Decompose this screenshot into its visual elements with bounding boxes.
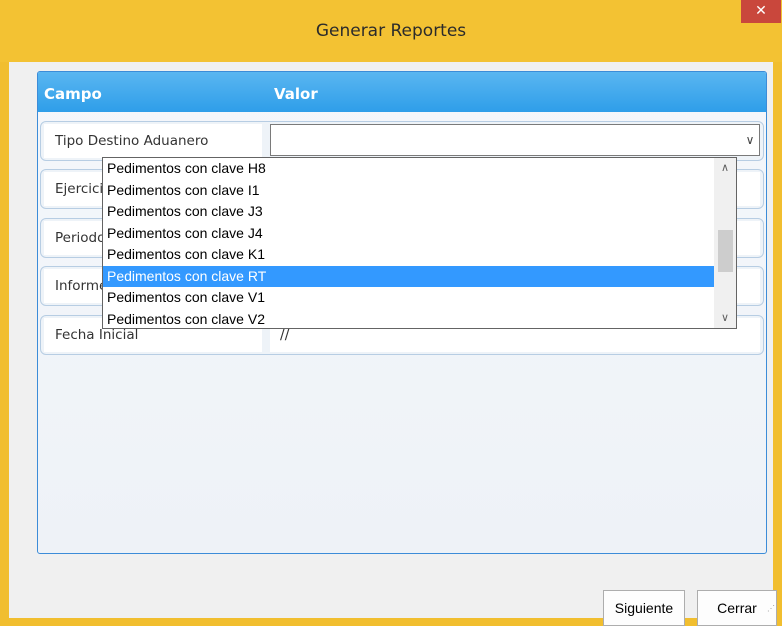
column-header-valor: Valor [274,85,318,103]
resize-grip-icon[interactable]: ⋰ [767,605,775,615]
dropdown-option[interactable]: Pedimentos con clave J4 [103,223,735,245]
dropdown-option-selected[interactable]: Pedimentos con clave RT [103,265,735,287]
dropdown-items: Pedimentos con clave H8 Pedimentos con c… [103,158,735,329]
grid-row-tipo-destino: Tipo Destino Aduanero ∨ [40,121,764,161]
dropdown-option[interactable]: Pedimentos con clave K1 [103,244,735,266]
chevron-down-icon[interactable]: ∨ [714,308,736,328]
scrollbar-thumb[interactable] [718,230,733,272]
column-header-campo: Campo [44,85,102,103]
title-bar: Generar Reportes ✕ [0,0,782,62]
dialog-body: Campo Valor Tipo Destino Aduanero ∨ Ejer… [9,62,777,626]
dropdown-option[interactable]: Pedimentos con clave J3 [103,201,735,223]
dropdown-option[interactable]: Pedimentos con clave H8 [103,158,735,180]
siguiente-button[interactable]: Siguiente [603,590,685,626]
chevron-up-icon[interactable]: ∧ [714,158,736,178]
dropdown-option[interactable]: Pedimentos con clave I1 [103,180,735,202]
window-title: Generar Reportes [315,21,467,41]
tipo-destino-combobox[interactable]: ∨ [270,124,760,156]
close-icon[interactable]: ✕ [741,0,781,23]
grid-header: Campo Valor [38,72,766,112]
tipo-destino-dropdown-list[interactable]: Pedimentos con clave H8 Pedimentos con c… [102,157,737,329]
row-label: Tipo Destino Aduanero [44,124,262,158]
cerrar-button[interactable]: Cerrar [697,590,777,626]
dropdown-option[interactable]: Pedimentos con clave V2 [103,309,735,329]
dropdown-option[interactable]: Pedimentos con clave V1 [103,287,735,309]
chevron-down-icon[interactable]: ∨ [742,126,758,154]
dropdown-scrollbar[interactable]: ∧ ∨ [714,158,736,328]
